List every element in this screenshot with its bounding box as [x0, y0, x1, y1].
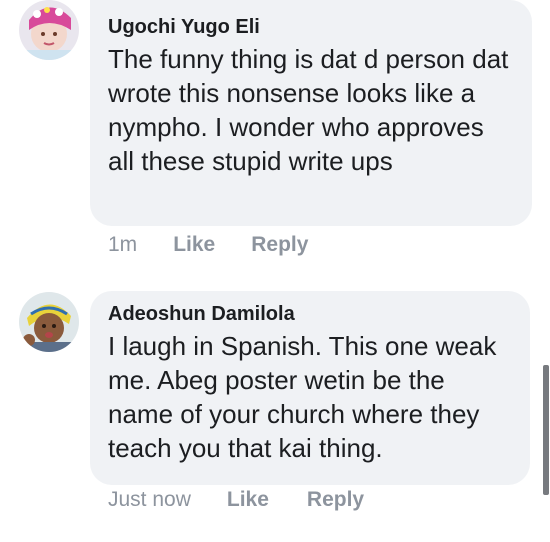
scrollbar[interactable]: [543, 365, 549, 495]
comment: Adeoshun Damilola I laugh in Spanish. Th…: [0, 288, 550, 528]
comment-bubble: Adeoshun Damilola I laugh in Spanish. Th…: [90, 291, 530, 485]
comment: Ugochi Yugo Eli The funny thing is dat d…: [0, 0, 550, 270]
like-button[interactable]: Like: [227, 488, 269, 512]
profile-photo-avatar-icon: [19, 292, 79, 352]
comment-author[interactable]: Adeoshun Damilola: [108, 301, 512, 327]
comment-timestamp[interactable]: 1m: [108, 233, 137, 257]
comment-text: I laugh in Spanish. This one weak me. Ab…: [108, 331, 497, 463]
like-button[interactable]: Like: [173, 233, 215, 257]
avatar[interactable]: [19, 0, 79, 60]
comment-timestamp[interactable]: Just now: [108, 488, 191, 512]
comment-actions: Just now Like Reply: [108, 488, 364, 512]
reply-button[interactable]: Reply: [251, 233, 308, 257]
profile-photo-avatar-icon: [19, 0, 79, 60]
comment-actions: 1m Like Reply: [108, 233, 308, 257]
comment-text: The funny thing is dat d person dat wrot…: [108, 44, 509, 176]
reply-button[interactable]: Reply: [307, 488, 364, 512]
avatar[interactable]: [19, 292, 79, 352]
comment-bubble: Ugochi Yugo Eli The funny thing is dat d…: [90, 0, 532, 226]
comment-author[interactable]: Ugochi Yugo Eli: [108, 14, 514, 40]
